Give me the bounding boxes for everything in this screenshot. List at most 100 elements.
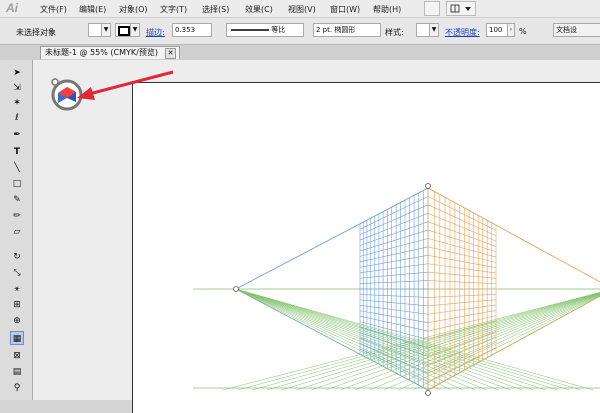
right-grid-horizontal: [428, 255, 496, 267]
bridge-button[interactable]: [424, 1, 440, 16]
left-grid-horizontal: [360, 264, 428, 273]
document-tab[interactable]: 未标题-1 @ 55% (CMYK/预览) ✕: [40, 46, 180, 59]
stroke-square-icon: [118, 26, 130, 36]
close-icon[interactable]: ✕: [165, 48, 176, 59]
ground-grid-left: [236, 289, 558, 390]
opacity-arrow[interactable]: ›: [507, 23, 515, 37]
fill-dropdown[interactable]: ▼: [101, 23, 111, 37]
menu-effect[interactable]: 效果(C): [245, 4, 273, 15]
left-grid-horizontal: [360, 316, 428, 331]
menu-window[interactable]: 窗口(W): [330, 4, 360, 15]
left-grid-horizontal: [360, 205, 428, 235]
right-grid-horizontal: [428, 294, 496, 297]
menu-edit[interactable]: 编辑(E): [79, 4, 106, 15]
left-grid-horizontal: [360, 294, 428, 297]
opacity-label[interactable]: 不透明度:: [445, 27, 480, 38]
right-grid-horizontal: [428, 272, 496, 278]
rectangle-icon[interactable]: □: [10, 177, 24, 191]
grid-icon: [447, 2, 475, 15]
rotate-icon[interactable]: ↻: [10, 250, 24, 264]
gradient-icon[interactable]: ▤: [10, 365, 24, 379]
grid-handle[interactable]: [426, 391, 431, 396]
left-grid-horizontal: [360, 222, 428, 246]
width-icon[interactable]: ⚹: [10, 282, 24, 296]
menu-help[interactable]: 帮助(H): [373, 4, 401, 15]
left-grid-horizontal: [360, 196, 428, 229]
menu-select[interactable]: 选择(S): [202, 4, 229, 15]
left-grid-horizontal: [360, 305, 428, 314]
fill-swatch[interactable]: [88, 23, 102, 37]
line-profile-icon: [229, 25, 269, 35]
left-grid-horizontal: [360, 213, 428, 240]
right-grid-horizontal: [428, 188, 496, 225]
type-icon[interactable]: T: [10, 145, 24, 159]
brush-definition-select[interactable]: 2 pt. 椭圆形: [313, 23, 381, 37]
paintbrush-icon[interactable]: ✎: [10, 193, 24, 207]
arrange-documents-button[interactable]: [446, 1, 476, 16]
pencil-icon[interactable]: ✏: [10, 209, 24, 223]
style-swatch[interactable]: [416, 23, 430, 37]
control-bar: 未选择对象 ▼ ▼ 描边: 0.353 等比 2 pt. 椭圆形 样式: ▼ 不…: [0, 18, 600, 45]
ground-grid-left: [236, 289, 499, 390]
document-tab-title: 未标题-1 @ 55% (CMYK/预览): [45, 48, 158, 57]
stroke-profile-value: 等比: [271, 26, 285, 34]
right-grid-horizontal: [428, 310, 496, 322]
magic-wand-icon[interactable]: ✶: [10, 96, 24, 110]
left-grid-horizontal: [360, 311, 428, 323]
pen-icon[interactable]: ✒: [10, 128, 24, 142]
shape-builder-icon[interactable]: ⊕: [10, 314, 24, 328]
left-grid-horizontal: [360, 255, 428, 267]
selection-icon[interactable]: ➤: [10, 66, 24, 80]
selection-status: 未选择对象: [16, 27, 56, 38]
ground-grid-left: [236, 289, 569, 390]
right-grid-horizontal: [428, 239, 496, 258]
lasso-icon[interactable]: ℓ: [10, 111, 24, 125]
eraser-icon[interactable]: ▱: [10, 225, 24, 239]
right-grid-horizontal: [428, 300, 496, 306]
stroke-profile-select[interactable]: 等比: [226, 23, 304, 37]
menu-file[interactable]: 文件(F): [40, 4, 67, 15]
style-dropdown[interactable]: ▼: [429, 23, 439, 37]
mesh-icon[interactable]: ⊠: [10, 349, 24, 363]
left-grid-horizontal: [360, 230, 428, 251]
left-grid-horizontal: [360, 272, 428, 278]
grid-handle[interactable]: [426, 184, 431, 189]
direct-selection-icon[interactable]: ⇲: [10, 81, 24, 95]
style-label: 样式:: [385, 27, 404, 38]
right-grid-horizontal: [428, 281, 496, 284]
right-grid-horizontal: [428, 230, 496, 252]
right-grid-horizontal: [428, 213, 496, 241]
menu-view[interactable]: 视图(V): [288, 4, 316, 15]
free-transform-icon[interactable]: ⊞: [10, 298, 24, 312]
opacity-value: 100: [489, 26, 502, 34]
document-setup-button[interactable]: 文档设: [553, 23, 600, 37]
line-segment-icon[interactable]: ╲: [10, 161, 24, 175]
eyedropper-icon[interactable]: ⚲: [10, 381, 24, 395]
brush-value: 2 pt. 椭圆形: [316, 26, 355, 34]
scale-icon[interactable]: ⤡: [10, 266, 24, 280]
left-grid-horizontal: [360, 281, 428, 284]
document-tab-bar: 未标题-1 @ 55% (CMYK/预览) ✕: [0, 45, 600, 60]
right-grid-horizontal: [428, 305, 496, 314]
left-grid-horizontal: [360, 300, 428, 306]
right-grid-horizontal: [428, 247, 496, 262]
stroke-dropdown[interactable]: ▼: [130, 23, 140, 37]
stroke-weight-value: 0.353: [175, 26, 195, 34]
perspective-grid[interactable]: [33, 60, 600, 400]
opacity-unit: %: [519, 27, 527, 36]
app-logo: Ai: [6, 1, 18, 15]
stroke-swatch[interactable]: [115, 23, 131, 37]
right-grid-horizontal: [428, 321, 496, 340]
document-setup-label: 文档设: [556, 26, 577, 34]
canvas-area[interactable]: [33, 60, 600, 400]
menu-type[interactable]: 文字(T): [160, 4, 187, 15]
perspective-grid-icon[interactable]: ▦: [10, 331, 24, 345]
stroke-label[interactable]: 描边:: [146, 27, 165, 38]
opacity-field[interactable]: 100: [486, 23, 508, 37]
right-grid-horizontal: [428, 205, 496, 236]
grid-handle[interactable]: [234, 287, 239, 292]
tools-panel: ➤ ⇲ ✶ ℓ ✒ T ╲ □ ✎ ✏ ▱ ↻ ⤡ ⚹ ⊞ ⊕ ▦ ⊠ ▤ ⚲: [0, 60, 33, 400]
stroke-weight-field[interactable]: 0.353: [172, 23, 212, 37]
menu-bar: Ai 文件(F) 编辑(E) 对象(O) 文字(T) 选择(S) 效果(C) 视…: [0, 0, 600, 18]
menu-object[interactable]: 对象(O): [119, 4, 148, 15]
